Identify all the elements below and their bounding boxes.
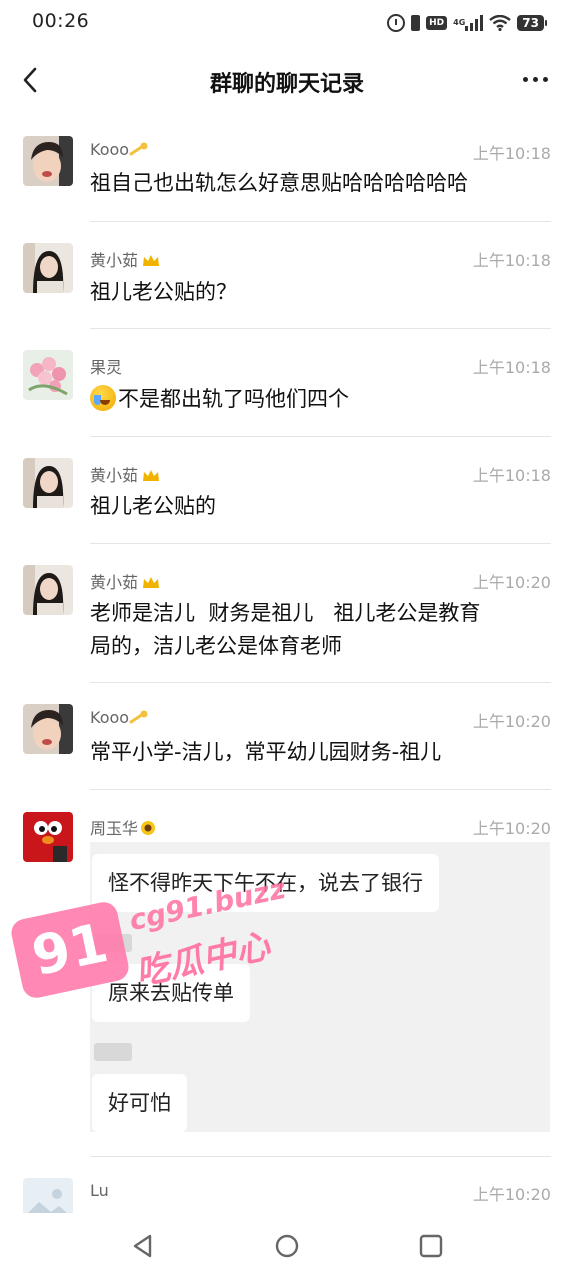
- nav-back-icon[interactable]: [130, 1233, 156, 1259]
- divider: [90, 221, 551, 222]
- system-navigation-bar: [0, 1213, 574, 1280]
- cellular-signal-icon: 4G: [453, 15, 484, 31]
- sender-name: 黄小茹: [90, 462, 160, 486]
- image-text-bubble: 好可怕: [92, 1074, 187, 1132]
- sender-name: Kooo: [90, 140, 149, 159]
- image-text-bubble: 原来去贴传单: [92, 964, 250, 1022]
- crown-emoji-icon: [143, 470, 160, 481]
- hd-voice-icon: HD: [426, 16, 448, 30]
- sender-name: Kooo: [90, 708, 149, 727]
- divider: [90, 1156, 551, 1157]
- message-text: 祖自己也出轨怎么好意思贴哈哈哈哈哈哈: [90, 171, 468, 195]
- sender-name: 周玉华: [90, 815, 156, 839]
- image-text-bubble: 怪不得昨天下午不在，说去了银行: [92, 854, 439, 912]
- blurred-name: [94, 1043, 132, 1061]
- avatar[interactable]: [23, 243, 73, 293]
- message-text: 祖儿老公贴的？: [90, 280, 237, 304]
- message-time: 上午10:18: [472, 144, 551, 163]
- sender-name: 黄小茹: [90, 569, 160, 593]
- sunflower-emoji-icon: [141, 821, 156, 835]
- crown-emoji-icon: [143, 577, 160, 588]
- avatar[interactable]: [23, 704, 73, 754]
- message-text: 老师是洁儿 财务是祖儿 祖儿老公是教育 局的，洁儿老公是体育老师: [90, 601, 481, 658]
- message-time: 上午10:20: [472, 819, 551, 838]
- divider: [90, 789, 551, 790]
- message-time: 上午10:20: [472, 1185, 551, 1204]
- battery-icon: 73: [517, 15, 547, 31]
- avatar[interactable]: [23, 458, 73, 508]
- avatar[interactable]: [23, 565, 73, 615]
- message-time: 上午10:18: [472, 251, 551, 270]
- page-title: 群聊的聊天记录: [209, 72, 364, 97]
- avatar[interactable]: [23, 812, 73, 862]
- sender-name: Lu: [90, 1181, 109, 1200]
- blurred-name: [94, 934, 132, 952]
- status-icons: HD 4G 73: [387, 12, 547, 34]
- nav-bar: 群聊的聊天记录: [0, 44, 574, 116]
- message-time: 上午10:18: [472, 358, 551, 377]
- message-time: 上午10:18: [472, 466, 551, 485]
- crown-emoji-icon: [143, 255, 160, 266]
- divider: [90, 328, 551, 329]
- message-list[interactable]: Kooo 上午10:18 祖自己也出轨怎么好意思贴哈哈哈哈哈哈 黄小茹 上午10…: [0, 128, 574, 1213]
- message-text: 常平小学-洁儿，常平幼儿园财务-祖儿: [90, 740, 442, 764]
- sender-name: 黄小茹: [90, 247, 160, 271]
- more-options-icon[interactable]: [523, 68, 548, 90]
- wifi-icon: [489, 15, 512, 31]
- crying-face-emoji-icon: [90, 385, 116, 411]
- divider: [90, 543, 551, 544]
- message-text: 祖儿老公贴的: [90, 494, 216, 518]
- message-time: 上午10:20: [472, 573, 551, 592]
- divider: [90, 436, 551, 437]
- divider: [90, 682, 551, 683]
- chat-screenshot-image[interactable]: 怪不得昨天下午不在，说去了银行 原来去贴传单 好可怕: [90, 842, 550, 1132]
- alarm-icon: [387, 14, 406, 32]
- nav-recent-apps-icon[interactable]: [418, 1233, 444, 1259]
- comet-emoji-icon: [129, 710, 148, 724]
- avatar[interactable]: [23, 1178, 73, 1213]
- avatar[interactable]: [23, 136, 73, 186]
- sender-name: 果灵: [90, 358, 123, 377]
- status-time: 00:26: [32, 10, 90, 32]
- message-time: 上午10:20: [472, 712, 551, 731]
- vibrate-icon: [411, 15, 421, 31]
- nav-home-icon[interactable]: [274, 1233, 300, 1259]
- message-text: 不是都出轨了吗他们四个: [90, 383, 546, 416]
- comet-emoji-icon: [129, 142, 148, 156]
- avatar[interactable]: [23, 350, 73, 400]
- status-bar: 00:26 HD 4G 73: [0, 0, 574, 44]
